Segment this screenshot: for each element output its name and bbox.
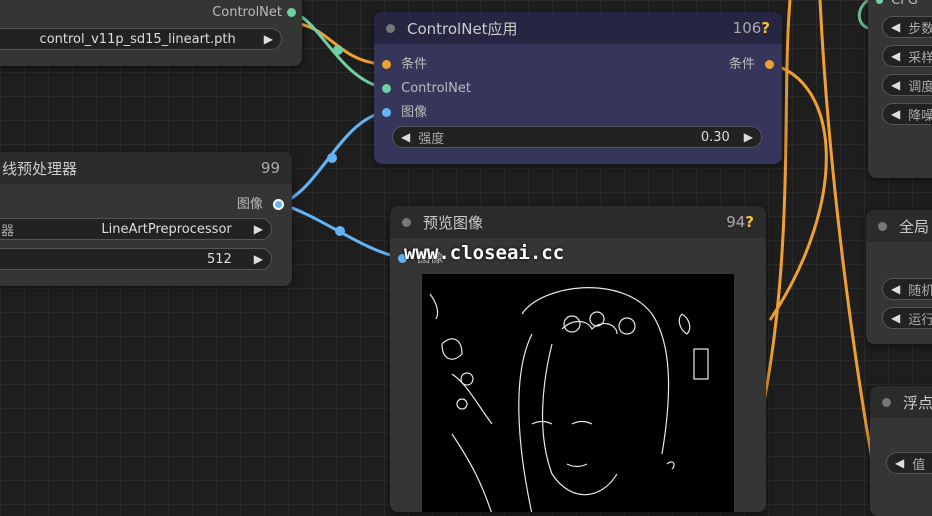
image-input-slot[interactable] [382,108,391,117]
value-label: 值 [912,457,926,473]
resolution-widget[interactable]: 512 ▶ [0,248,272,270]
increase-arrow-icon[interactable]: ▶ [736,130,761,144]
input-label-conditioning: 条件 [401,57,428,72]
node-id: 94? [726,213,754,231]
steps-widget[interactable]: ◀ 步数 [882,16,932,38]
seed-widget[interactable]: ◀ 随机 [882,278,932,300]
image-output-slot[interactable] [273,199,284,210]
value-widget[interactable]: ◀ 值 [886,452,932,474]
conditioning-output-slot[interactable] [765,60,774,69]
controlnet-input-slot[interactable] [382,84,391,93]
preview-title-bar[interactable]: 预览图像 94? [390,206,766,238]
cfg-label: CFG [891,0,918,8]
controlnet-apply-title-bar[interactable]: ControlNet应用 106? [374,12,782,44]
decrease-arrow-icon[interactable]: ◀ [883,78,908,92]
lineart-preprocessor-node[interactable]: 线预处理器 99 图像 器 LineArtPreprocessor ▶ 512 … [0,152,292,286]
control-after-generate-widget[interactable]: ◀ 运行 [882,307,932,329]
wire-top-right [857,0,869,30]
increase-arrow-icon[interactable]: ▶ [246,252,271,266]
node-id: 99 [260,159,280,177]
denoise-widget[interactable]: ◀ 降噪 [882,103,932,125]
node-id: 106? [732,19,770,37]
preprocessor-value: LineArtPreprocessor [101,221,232,237]
decrease-arrow-icon[interactable]: ◀ [883,282,908,296]
global-node[interactable]: 全局 ◀ 随机 ◀ 运行 [866,210,932,344]
scheduler-widget[interactable]: ◀ 调度 [882,74,932,96]
global-title-bar[interactable]: 全局 [866,210,932,242]
node-title: 预览图像 [423,213,484,232]
decrease-arrow-icon[interactable]: ◀ [883,107,908,121]
controlnet-loader-node[interactable]: ControlNet control_v11p_sd15_lineart.pth… [0,0,302,66]
model-name-value: control_v11p_sd15_lineart.pth [39,31,236,47]
controlnet-apply-node[interactable]: ControlNet应用 106? 条件 ControlNet 图像 条件 ◀ … [374,12,782,164]
seed-label: 随机 [908,283,932,299]
decrease-arrow-icon[interactable]: ◀ [887,456,912,470]
collapse-dot-icon[interactable] [386,23,395,33]
watermark: www.closeai.cc [404,242,565,264]
output-label-image: 图像 [236,197,263,212]
denoise-label: 降噪 [908,108,932,124]
lineart-portrait-image [429,287,709,512]
controlnet-output-label: ControlNet [212,5,282,20]
sampler-name-label: 采样 [908,50,932,66]
preview-image [422,274,734,512]
sampler-node[interactable]: CFG ◀ 步数 ◀ 采样 ◀ 调度 ◀ 降噪 [868,0,932,178]
input-label-controlnet: ControlNet [401,81,471,96]
image-wire-dot-1 [327,153,337,163]
preview-image-node[interactable]: 预览图像 94? 图像 www.closeai.cc [390,206,766,512]
node-title: 浮点 [903,393,932,412]
decrease-arrow-icon[interactable]: ◀ [883,20,908,34]
resolution-value: 512 [206,251,232,267]
image-wire-dot-2 [335,226,345,236]
collapse-dot-icon[interactable] [882,397,891,407]
controlnet-wire-dot [333,45,343,55]
preprocessor-widget[interactable]: 器 LineArtPreprocessor ▶ [0,218,272,240]
next-arrow-icon[interactable]: ▶ [256,32,281,46]
conditioning-input-slot[interactable] [382,60,391,69]
collapse-dot-icon[interactable] [402,217,411,227]
preprocessor-label: 器 [1,223,15,239]
help-icon[interactable]: ? [761,19,770,37]
sampler-name-widget[interactable]: ◀ 采样 [882,45,932,67]
decrease-arrow-icon[interactable]: ◀ [393,130,418,144]
controlnet-output-slot[interactable] [287,8,296,17]
node-title: ControlNet应用 [407,19,518,38]
node-title: 线预处理器 [2,159,78,178]
scheduler-label: 调度 [908,79,932,95]
decrease-arrow-icon[interactable]: ◀ [883,311,908,325]
output-label-conditioning: 条件 [728,57,755,72]
next-arrow-icon[interactable]: ▶ [246,222,271,236]
float-node[interactable]: 浮点 ◀ 值 [870,386,932,516]
strength-label: 强度 [418,131,445,147]
model-name-widget[interactable]: control_v11p_sd15_lineart.pth ▶ [0,28,282,50]
float-title-bar[interactable]: 浮点 [870,386,932,418]
strength-value: 0.30 [700,129,730,145]
control-label: 运行 [908,312,932,328]
help-icon[interactable]: ? [745,213,754,231]
cfg-slot[interactable] [876,0,883,4]
node-title: 全局 [899,217,930,236]
input-label-image: 图像 [401,105,428,120]
collapse-dot-icon[interactable] [878,221,887,231]
strength-widget[interactable]: ◀ 强度 0.30 ▶ [392,126,762,148]
steps-label: 步数 [908,21,932,37]
decrease-arrow-icon[interactable]: ◀ [883,49,908,63]
preprocessor-title-bar[interactable]: 线预处理器 99 [0,152,292,184]
